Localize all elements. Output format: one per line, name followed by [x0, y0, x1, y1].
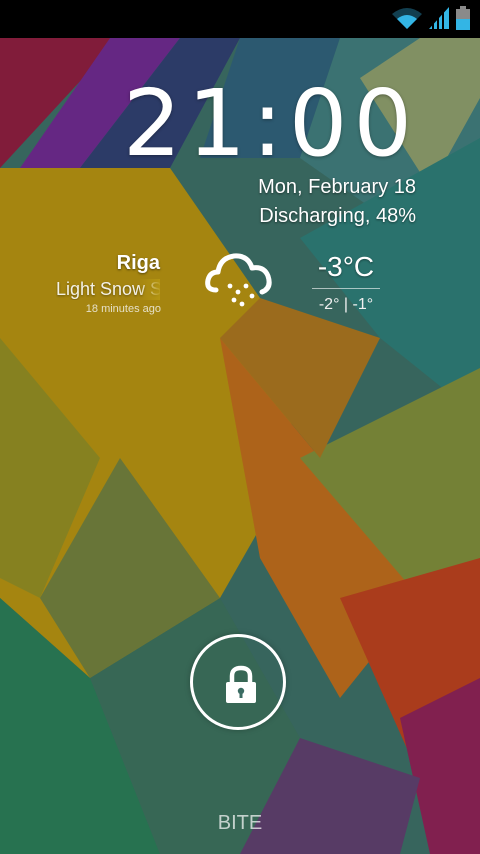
weather-updated-time: 18 minutes ago — [85, 303, 161, 315]
weather-city[interactable]: Riga — [117, 252, 160, 275]
lock-icon[interactable] — [223, 665, 259, 705]
snow-cloud-icon[interactable] — [204, 246, 276, 310]
temperature-range: -2° | -1° — [318, 296, 374, 313]
clock-hours: 21 — [122, 70, 252, 177]
carrier-label: BITE — [217, 812, 263, 834]
date-text: Mon, February 18 — [258, 176, 416, 198]
temperature-divider — [312, 288, 380, 289]
current-temperature: -3°C — [317, 251, 375, 282]
clock-minutes: 00 — [288, 70, 418, 177]
battery-icon — [456, 6, 470, 30]
weather-condition: Light Snow S — [56, 279, 160, 300]
wifi-icon — [392, 8, 422, 29]
clock-separator: : — [251, 70, 289, 177]
clock: 21:00 — [123, 78, 418, 170]
status-bar — [0, 0, 480, 38]
cell-signal-icon — [429, 7, 449, 29]
unlock-ring[interactable] — [190, 634, 286, 730]
battery-status: Discharging, 48% — [259, 205, 416, 227]
